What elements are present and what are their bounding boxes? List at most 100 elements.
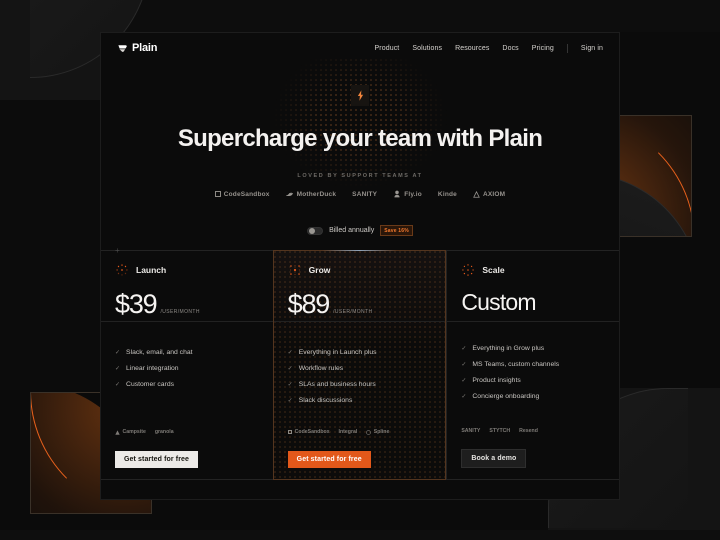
logo-flyio: Fly.io — [393, 190, 422, 198]
price-unit: /USER/MONTH — [333, 309, 373, 315]
feature-item: ✓ Slack discussions — [287, 397, 353, 404]
page-title: Supercharge your team with Plain — [177, 125, 543, 152]
logo-codesandbox: CodeSandbox — [214, 191, 270, 198]
get-started-button-grow[interactable]: Get started for free — [287, 451, 371, 468]
logo-sanity: SANITY — [352, 190, 378, 198]
pricing-grid: + Launch $39 /USER/MONTH ✓ Slack, email,… — [101, 247, 619, 480]
grow-burst-icon — [288, 263, 302, 277]
feature-item: ✓ Everything in Launch plus — [287, 349, 377, 356]
price-value: $89 — [287, 289, 331, 319]
lightning-bolt-icon — [351, 85, 369, 106]
feature-item: ✓ SLAs and business hours — [287, 381, 376, 388]
nav-link-product[interactable]: Product — [375, 45, 400, 52]
codesandbox-icon — [287, 429, 293, 435]
price-value: $39 — [115, 289, 158, 319]
feature-list-grow: ✓ Everything in Launch plus ✓ Workflow rul… — [288, 349, 432, 404]
plan-header-scale: Scale — [461, 263, 605, 277]
pricing-card-scale: Scale Custom ✓ Everything in Grow plus ✓ M… — [446, 251, 619, 479]
foot-logo-spline: Spline — [366, 429, 389, 435]
check-icon: ✓ — [115, 366, 121, 372]
axiom-icon — [473, 190, 480, 198]
feature-item: ✓ Everything in Grow plus — [461, 345, 545, 352]
check-icon: ✓ — [287, 382, 293, 388]
nav-link-pricing[interactable]: Pricing — [532, 45, 554, 52]
plan-header-grow: Grow — [288, 263, 432, 277]
book-a-demo-button[interactable]: Book a demo — [461, 449, 527, 468]
logo-axiom: AXIOM — [473, 190, 505, 198]
check-icon: ✓ — [287, 350, 293, 356]
pricing-card-launch: Launch $39 /USER/MONTH ✓ Slack, email, an… — [101, 251, 273, 479]
spline-icon — [366, 429, 372, 435]
check-icon: ✓ — [461, 362, 467, 368]
launch-burst-icon — [115, 263, 129, 277]
get-started-button-launch[interactable]: Get started for free — [115, 451, 199, 468]
plan-header-launch: Launch — [115, 263, 259, 277]
plan-price-launch: $39 /USER/MONTH — [115, 291, 259, 318]
feature-list-scale: ✓ Everything in Grow plus ✓ MS Teams, cust… — [461, 345, 605, 400]
toggle-knob — [309, 228, 316, 234]
feature-item: ✓ Concierge onboarding — [461, 393, 540, 400]
foot-logo-sanity: SANITY — [461, 428, 481, 434]
footer-logos: SANITY STYTCH Resend — [461, 428, 605, 434]
customer-logo-row: CodeSandbox MotherDuck SANITY Fly.io Kin… — [101, 190, 619, 198]
pricing-card-grow: Grow $89 /USER/MONTH ✓ Everything in Laun… — [272, 250, 447, 480]
motherduck-icon — [285, 191, 294, 198]
campsite-icon — [115, 429, 120, 435]
feature-item: ✓ Slack, email, and chat — [115, 349, 193, 356]
plan-price-grow: $89 /USER/MONTH — [288, 291, 432, 318]
feature-item: ✓ MS Teams, custom channels — [461, 361, 560, 368]
codesandbox-icon — [214, 191, 221, 197]
sign-in-link[interactable]: Sign in — [581, 45, 603, 52]
billing-label: Billed annually — [329, 227, 375, 234]
check-icon: ✓ — [287, 366, 293, 372]
check-icon: ✓ — [461, 378, 467, 384]
brand[interactable]: Plain — [117, 42, 157, 54]
card-divider — [101, 321, 273, 322]
bg-tile-top-strip — [100, 0, 720, 32]
hero-dot-grid — [270, 59, 450, 189]
top-navbar: Plain Product Solutions Resources Docs P… — [101, 33, 619, 63]
check-icon: ✓ — [461, 394, 467, 400]
flyio-icon — [393, 190, 401, 198]
plan-name-scale: Scale — [482, 265, 505, 275]
card-footer-scale: SANITY STYTCH Resend Book a demo — [461, 428, 605, 468]
price-unit: /USER/MONTH — [160, 309, 200, 315]
brand-name: Plain — [132, 42, 158, 54]
feature-item: ✓ Product insights — [461, 377, 521, 384]
foot-logo-codesandbox: CodeSandbox — [287, 429, 330, 435]
app-window: Plain Product Solutions Resources Docs P… — [100, 32, 620, 500]
bg-tile-bottom-strip — [0, 530, 720, 540]
nav-link-resources[interactable]: Resources — [455, 45, 489, 52]
check-icon: ✓ — [115, 350, 121, 356]
plan-name-launch: Launch — [136, 265, 167, 275]
check-icon: ✓ — [461, 346, 467, 352]
logo-kinde: Kinde — [437, 190, 457, 198]
save-badge: Save 16% — [380, 225, 413, 236]
card-footer-launch: Campsite granola Get started for free — [115, 429, 259, 468]
nav-links: Product Solutions Resources Docs Pricing… — [375, 43, 603, 53]
feature-item: ✓ Workflow rules — [287, 365, 344, 372]
billing-toggle-row: Billed annually Save 16% — [101, 225, 619, 236]
feature-list-launch: ✓ Slack, email, and chat ✓ Linear integrat… — [115, 349, 259, 388]
card-footer-grow: CodeSandbox Integral Spline Get started … — [287, 429, 432, 468]
billing-toggle[interactable] — [307, 226, 324, 235]
check-icon: ✓ — [287, 398, 293, 404]
plain-logo-icon — [117, 43, 128, 54]
scale-burst-icon — [461, 263, 475, 277]
price-value: Custom — [461, 289, 536, 315]
plan-name-grow: Grow — [308, 265, 331, 275]
feature-item: ✓ Linear integration — [115, 365, 179, 372]
foot-logo-stytch: STYTCH — [489, 428, 511, 434]
hero-section: Supercharge your team with Plain LOVED B… — [101, 59, 619, 198]
plan-price-scale: Custom — [461, 291, 605, 314]
foot-logo-campsite: Campsite — [115, 429, 146, 435]
hero-kicker: LOVED BY SUPPORT TEAMS AT — [297, 173, 423, 179]
card-divider — [273, 321, 446, 322]
check-icon: ✓ — [115, 382, 121, 388]
nav-link-solutions[interactable]: Solutions — [412, 45, 442, 52]
nav-link-docs[interactable]: Docs — [502, 45, 518, 52]
nav-divider — [566, 43, 568, 53]
footer-logos: Campsite granola — [115, 429, 259, 435]
foot-logo-granola: granola — [154, 429, 174, 435]
logo-motherduck: MotherDuck — [285, 191, 337, 198]
